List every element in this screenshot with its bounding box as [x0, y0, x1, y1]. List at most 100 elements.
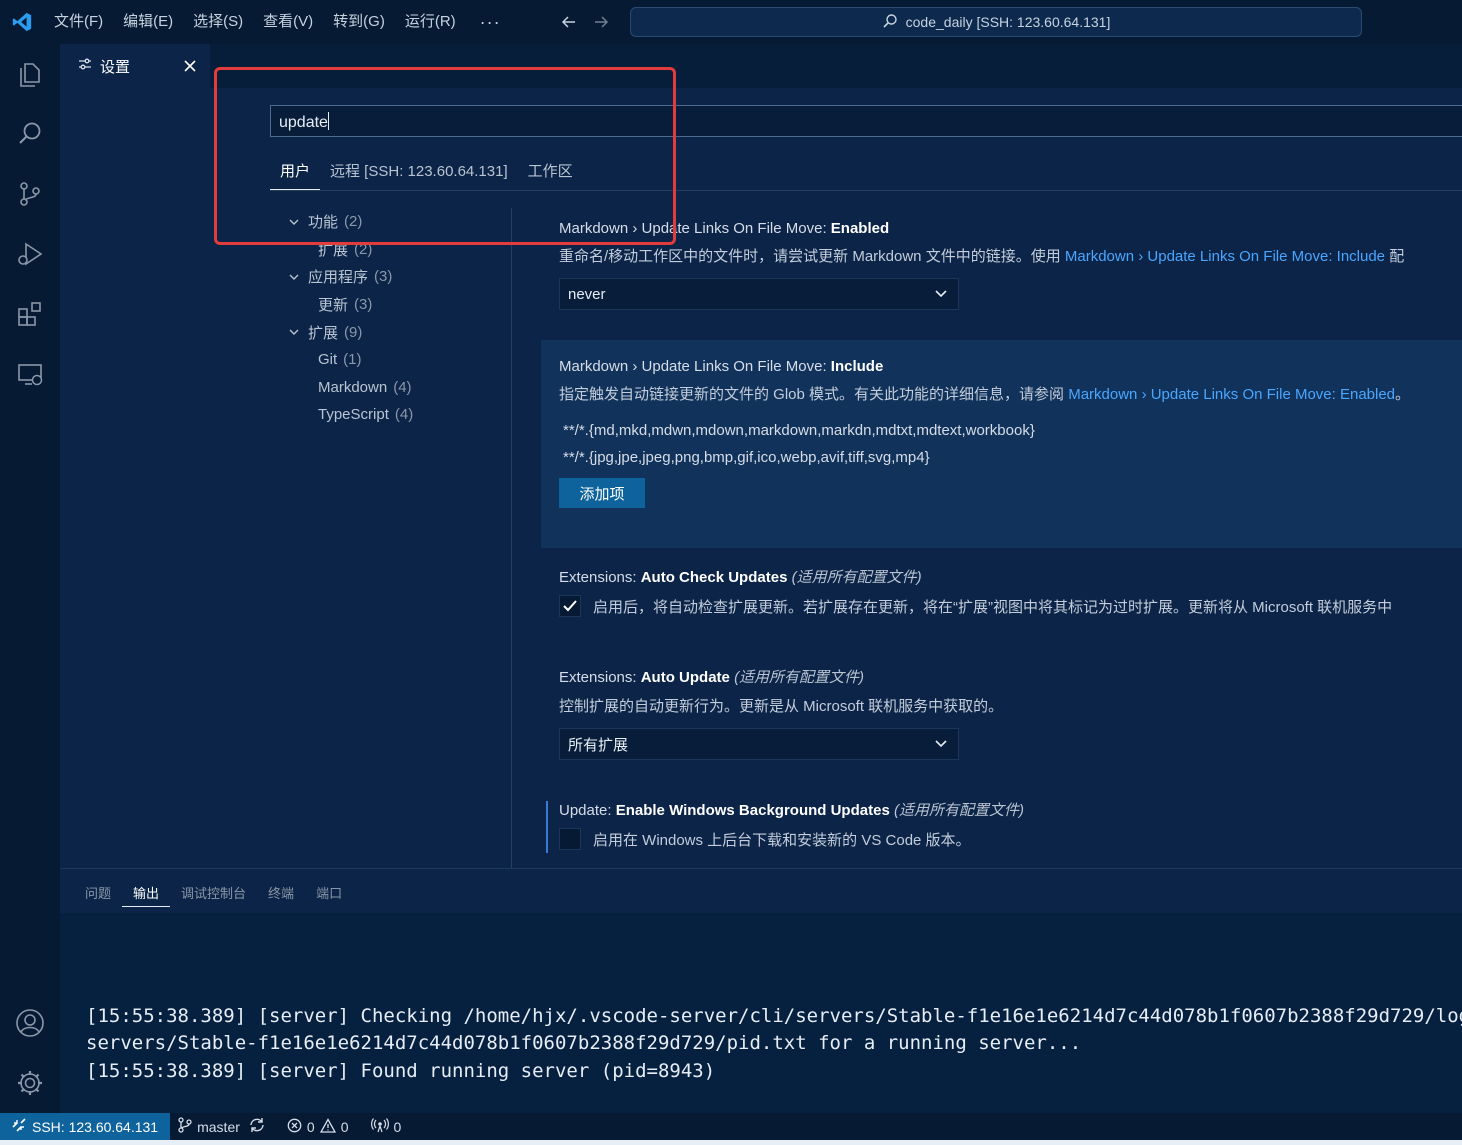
toc-item-git[interactable]: Git (1): [270, 346, 510, 374]
setting-category: Markdown › Update Links On File Move:: [559, 220, 831, 237]
toc-item-markdown[interactable]: Markdown (4): [270, 374, 510, 402]
setting-name: Enabled: [830, 220, 890, 237]
sync-icon[interactable]: [249, 1117, 265, 1136]
setting-link[interactable]: Markdown › Update Links On File Move: In…: [1065, 248, 1385, 265]
search-input-value: update: [279, 114, 328, 131]
checkbox-windows-background-updates[interactable]: [559, 828, 581, 850]
toc-item-typescript[interactable]: TypeScript (4): [270, 401, 510, 429]
menu-run[interactable]: 运行(R): [395, 0, 466, 44]
glob-pattern-item[interactable]: **/*.{md,mkd,mdwn,mdown,markdown,markdn,…: [563, 422, 1462, 439]
setting-title: Markdown › Update Links On File Move: In…: [559, 358, 1462, 375]
menu-selection[interactable]: 选择(S): [183, 0, 253, 44]
tab-terminal[interactable]: 终端: [257, 869, 305, 907]
toc-label: Git: [318, 351, 338, 369]
setting-title: Update: Enable Windows Background Update…: [559, 799, 1462, 820]
setting-category: Update:: [559, 802, 616, 819]
setting-scope: (适用所有配置文件): [734, 669, 865, 686]
panel-tabs: 问题 输出 调试控制台 终端 端口: [74, 869, 353, 909]
chevron-down-icon: [934, 287, 948, 305]
bottom-panel: 问题 输出 调试控制台 终端 端口 [15:55:38.389] [server…: [60, 868, 1462, 1113]
setting-select-auto-update[interactable]: 所有扩展: [559, 728, 959, 760]
activity-bar: [0, 44, 60, 1113]
setting-select-update-links[interactable]: never: [559, 278, 959, 310]
settings-search-input[interactable]: update: [270, 105, 1462, 137]
setting-name: Auto Check Updates: [640, 569, 788, 586]
chevron-down-icon: [286, 324, 302, 340]
tab-problems[interactable]: 问题: [74, 869, 122, 907]
extensions-icon[interactable]: [0, 284, 60, 344]
setting-update-windows-background: Update: Enable Windows Background Update…: [559, 799, 1462, 850]
toc-count: (4): [394, 406, 414, 424]
command-center[interactable]: code_daily [SSH: 123.60.64.131]: [630, 7, 1362, 37]
tab-user[interactable]: 用户: [270, 150, 321, 190]
add-item-button[interactable]: 添加项: [559, 478, 645, 508]
toc-item-features[interactable]: 功能 (2): [270, 208, 510, 236]
toc-label: 扩展: [308, 324, 339, 342]
toc-item-extensions[interactable]: 扩展 (9): [270, 318, 510, 346]
source-control-icon[interactable]: [0, 164, 60, 224]
tab-output[interactable]: 输出: [122, 869, 171, 907]
tab-ports[interactable]: 端口: [305, 869, 353, 907]
toc-count: (1): [343, 351, 362, 369]
setting-category: Extensions:: [559, 669, 641, 686]
toc-count: (2): [354, 240, 373, 258]
problems-status[interactable]: 0 0: [279, 1117, 357, 1136]
toc-item-application[interactable]: 应用程序 (3): [270, 263, 510, 291]
setting-markdown-update-links-include: Markdown › Update Links On File Move: In…: [541, 340, 1462, 548]
tab-settings-label: 设置: [100, 58, 131, 76]
setting-scope: (适用所有配置文件): [893, 802, 1024, 819]
setting-link[interactable]: Markdown › Update Links On File Move: En…: [1068, 386, 1395, 403]
panel-header: 问题 输出 调试控制台 终端 端口: [60, 869, 1462, 913]
glob-pattern-item[interactable]: **/*.{jpg,jpe,jpeg,png,bmp,gif,ico,webp,…: [563, 449, 1462, 466]
tab-settings[interactable]: 设置: [60, 44, 210, 88]
manage-gear-icon[interactable]: [0, 1053, 60, 1113]
error-count: 0: [306, 1118, 315, 1135]
tab-workspace[interactable]: 工作区: [518, 150, 583, 190]
setting-description: 启用在 Windows 上后台下载和安装新的 VS Code 版本。: [593, 831, 971, 849]
remote-explorer-icon[interactable]: [0, 344, 60, 404]
chevron-down-icon: [934, 737, 948, 755]
menu-view[interactable]: 查看(V): [253, 0, 323, 44]
text-caret: [327, 112, 329, 130]
toc-label: 扩展: [318, 241, 349, 259]
command-center-label: code_daily [SSH: 123.60.64.131]: [905, 14, 1111, 30]
setting-desc-tail: 。: [1395, 386, 1411, 403]
explorer-icon[interactable]: [0, 44, 60, 104]
toc-count: (9): [344, 323, 363, 341]
checkbox-auto-check-updates[interactable]: [559, 595, 581, 617]
search-sidebar-icon[interactable]: [0, 104, 60, 164]
toc-item-update[interactable]: 更新 (3): [270, 291, 510, 319]
branch-name: master: [197, 1118, 240, 1135]
setting-name: Auto Update: [640, 669, 730, 686]
tab-debug-console[interactable]: 调试控制台: [170, 869, 257, 907]
ports-status[interactable]: 0: [363, 1117, 410, 1136]
toc-item-features-extensions[interactable]: 扩展 (2): [270, 236, 510, 264]
settings-editor: update 用户 远程 [SSH: 123.60.64.131] 工作区 功能…: [60, 88, 1462, 868]
menu-go[interactable]: 转到(G): [323, 0, 395, 44]
checkmark-icon: [563, 600, 577, 612]
menu-edit[interactable]: 编辑(E): [113, 0, 183, 44]
tab-remote[interactable]: 远程 [SSH: 123.60.64.131]: [320, 150, 518, 190]
remote-indicator[interactable]: SSH: 123.60.64.131: [0, 1113, 171, 1140]
menu-more-button[interactable]: ···: [466, 12, 515, 33]
toc-count: (3): [354, 296, 373, 314]
menu-file[interactable]: 文件(F): [44, 0, 113, 44]
output-line: [15:55:38.389] [server] Checking /home/h…: [86, 1005, 1462, 1027]
back-arrow-icon[interactable]: [553, 0, 585, 44]
setting-name: Enable Windows Background Updates: [615, 802, 890, 819]
forward-arrow-icon[interactable]: [585, 0, 617, 44]
bottom-edge: [0, 1140, 1462, 1145]
setting-category: Markdown › Update Links On File Move:: [559, 358, 831, 375]
close-icon[interactable]: [180, 56, 200, 76]
setting-name: Include: [830, 358, 884, 375]
run-debug-icon[interactable]: [0, 224, 60, 284]
setting-title: Extensions: Auto Check Updates (适用所有配置文件…: [559, 566, 1462, 587]
status-bar: SSH: 123.60.64.131 master 0 0 0: [0, 1113, 1462, 1140]
branch-status[interactable]: master: [170, 1117, 273, 1136]
setting-category: Extensions:: [559, 569, 641, 586]
ports-count: 0: [393, 1118, 402, 1135]
setting-desc-tail: 配: [1385, 248, 1405, 265]
toc-count: (3): [374, 268, 393, 286]
account-icon[interactable]: [0, 993, 60, 1053]
output-line: servers/Stable-f1e16e1e6214d7c44d078b1f0…: [86, 1032, 1082, 1054]
